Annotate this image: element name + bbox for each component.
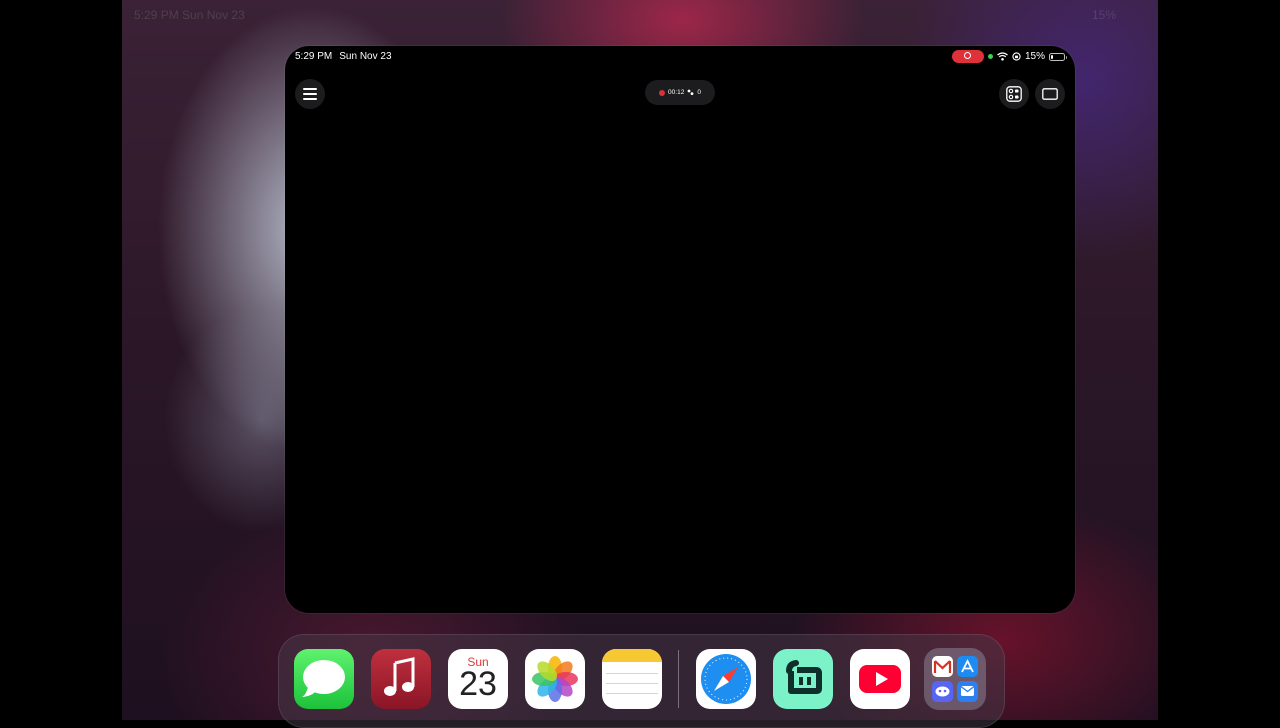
background-battery: 15%	[1092, 8, 1117, 22]
calendar-date: 23	[459, 665, 497, 703]
background-status-left: 5:29 PM Sun Nov 23	[134, 8, 245, 22]
status-bar-right: 15%	[951, 50, 1067, 63]
orientation-lock-icon	[1012, 52, 1021, 61]
app-folder-icon[interactable]	[924, 648, 986, 710]
recording-dot-icon	[659, 89, 666, 96]
controls-button[interactable]	[999, 79, 1029, 109]
screen-rectangle-icon	[1042, 88, 1058, 100]
music-app-icon[interactable]	[371, 649, 431, 709]
status-date: Sun Nov 23	[339, 51, 392, 62]
calendar-app-icon[interactable]: Sun 23	[448, 649, 508, 709]
background-date: Sun Nov 23	[182, 8, 245, 22]
controls-icon	[1006, 86, 1022, 102]
notes-header-band	[602, 649, 662, 662]
streamlabs-logo-icon	[786, 660, 822, 694]
status-bar-left: 5:29 PM Sun Nov 23	[295, 51, 392, 62]
streamlabs-app-icon[interactable]	[773, 649, 833, 709]
viewers-icon	[687, 89, 694, 95]
photos-flower-icon	[532, 656, 578, 702]
viewer-count: 0	[697, 89, 701, 96]
battery-icon	[1049, 52, 1067, 61]
notes-app-icon[interactable]	[602, 649, 662, 709]
hamburger-menu-icon	[303, 88, 317, 100]
safari-app-icon[interactable]	[696, 649, 756, 709]
notes-line	[606, 693, 658, 694]
notes-line	[606, 673, 658, 674]
recording-timer: 00:12	[668, 89, 685, 96]
recording-timer-pill[interactable]: 00:12 0	[645, 80, 715, 105]
screen-button[interactable]	[1035, 79, 1065, 109]
screen-recording-indicator[interactable]	[951, 50, 984, 63]
messages-app-icon[interactable]	[294, 649, 354, 709]
photos-app-icon[interactable]	[525, 649, 585, 709]
app-window[interactable]: 5:29 PM Sun Nov 23 15% 00:12 0	[285, 46, 1075, 613]
wifi-icon	[997, 52, 1008, 61]
dock-separator	[678, 650, 679, 708]
youtube-play-icon	[859, 665, 901, 693]
camera-in-use-dot	[987, 54, 993, 59]
status-time: 5:29 PM	[295, 51, 333, 62]
menu-button[interactable]	[295, 79, 325, 109]
youtube-app-icon[interactable]	[850, 649, 910, 709]
speech-bubble-icon	[302, 660, 345, 697]
background-time: 5:29 PM	[134, 8, 179, 22]
battery-percent: 15%	[1024, 51, 1045, 62]
notes-line	[606, 683, 658, 684]
folder-grid-icon	[932, 656, 978, 702]
compass-icon	[701, 654, 751, 704]
music-note-icon	[384, 657, 415, 696]
